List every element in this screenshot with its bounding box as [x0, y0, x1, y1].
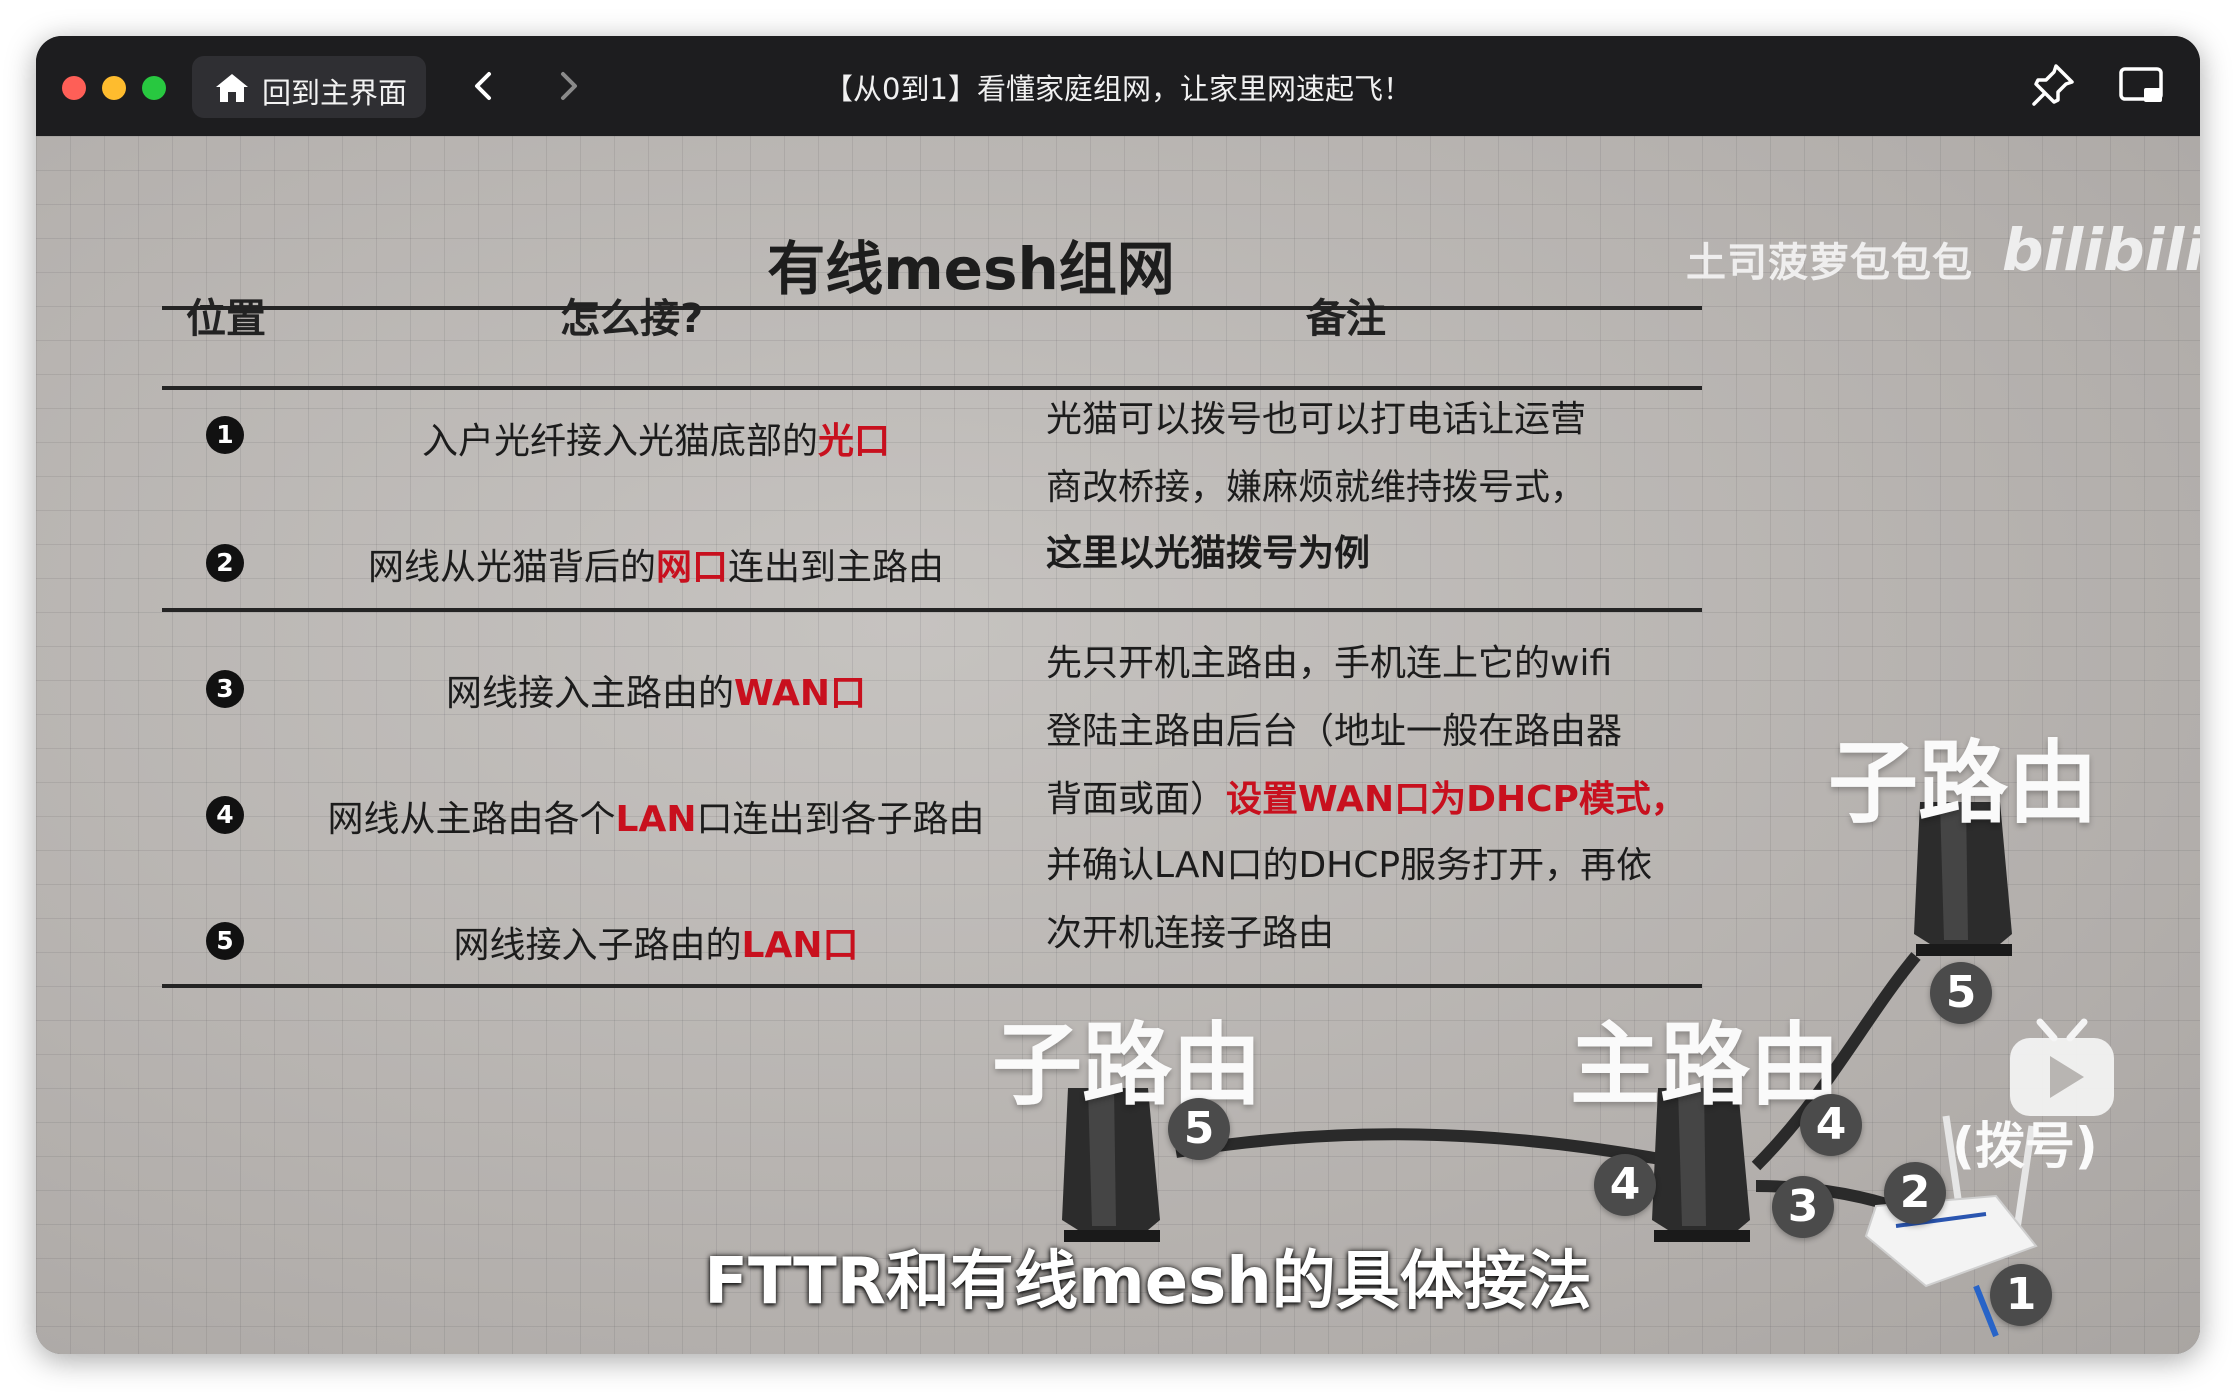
title-bar: 回到主界面 【从0到1】看懂家庭组网，让家里网速起飞！ [36, 36, 2200, 136]
port-badge-2: 2 [1884, 1162, 1946, 1224]
label-main-router: 主路由 [1570, 1013, 1840, 1118]
pin-icon[interactable] [2026, 60, 2078, 112]
picture-in-picture-icon[interactable] [2116, 60, 2168, 112]
video-subtitle: FTTR和有线mesh的具体接法 [704, 1245, 1592, 1319]
play-icon[interactable] [2006, 1018, 2118, 1120]
app-window: 回到主界面 【从0到1】看懂家庭组网，让家里网速起飞！ 有线mesh组网 位置 … [36, 36, 2200, 1354]
port-badge-4-left: 4 [1594, 1154, 1656, 1216]
port-badge-3: 3 [1772, 1176, 1834, 1238]
cable-sub-left [1175, 1128, 1678, 1168]
video-frame[interactable]: 有线mesh组网 位置 怎么接? 备注 1 入户光纤接入光猫底部的光口 2 网线… [36, 136, 2200, 1354]
port-badge-5-left: 5 [1168, 1098, 1230, 1160]
port-badge-1: 1 [1990, 1264, 2052, 1326]
label-sub-router-right: 子路由 [1828, 731, 2098, 836]
port-badge-4-top: 4 [1800, 1094, 1862, 1156]
window-title: 【从0到1】看懂家庭组网，让家里网速起飞！ [824, 72, 1412, 106]
port-badge-5-right: 5 [1930, 962, 1992, 1024]
label-sub-router-left: 子路由 [992, 1013, 1262, 1118]
